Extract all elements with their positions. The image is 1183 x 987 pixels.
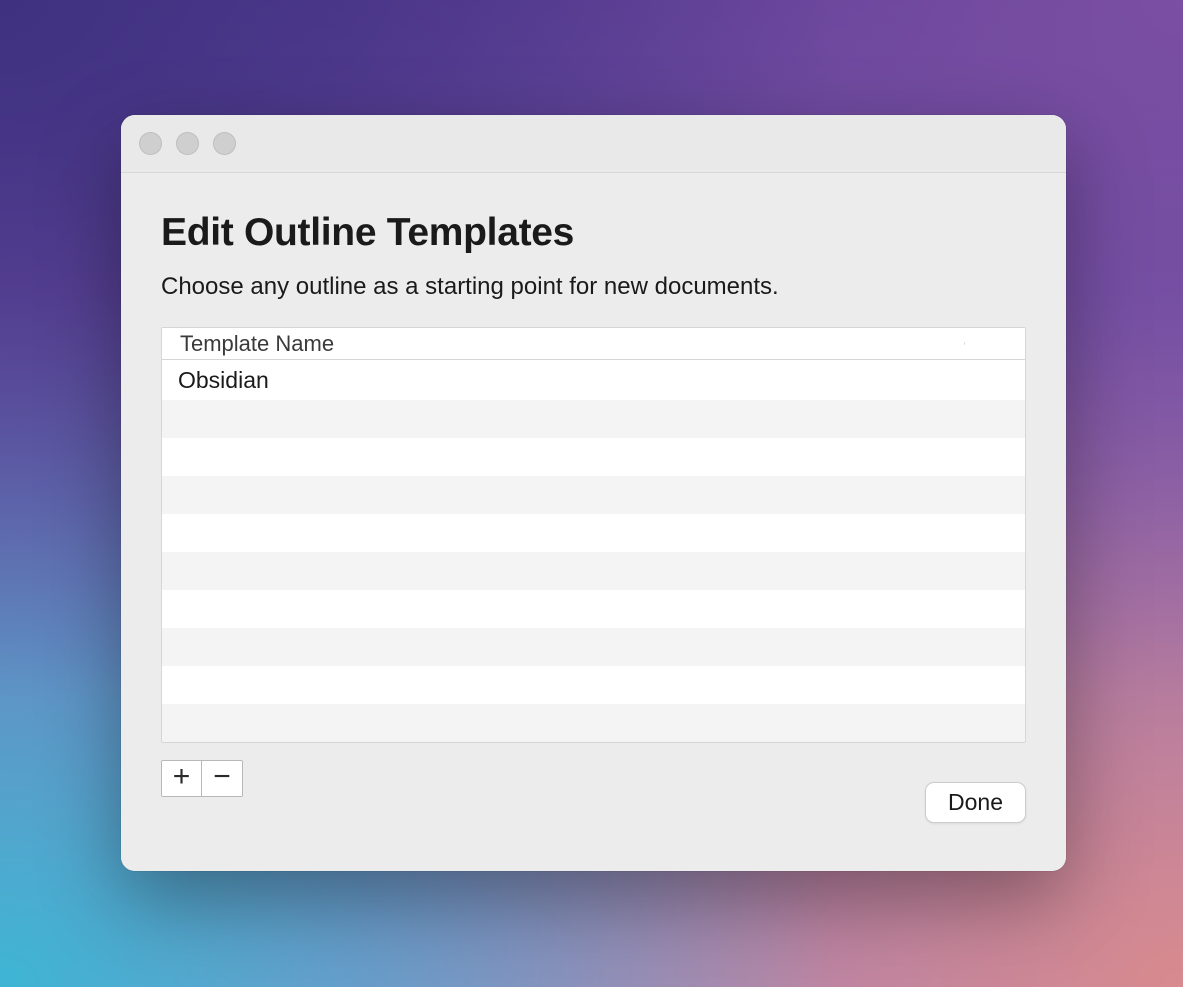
- table-header[interactable]: Template Name: [162, 328, 1025, 360]
- dialog-title: Edit Outline Templates: [161, 211, 1026, 255]
- table-row-empty[interactable]: [162, 590, 1025, 628]
- plus-icon: [173, 767, 191, 791]
- table-row-empty[interactable]: [162, 666, 1025, 704]
- zoom-window-button[interactable]: [213, 132, 236, 155]
- table-row-empty[interactable]: [162, 400, 1025, 438]
- minus-icon: [213, 767, 231, 791]
- table-row-empty[interactable]: [162, 476, 1025, 514]
- add-template-button[interactable]: [162, 761, 202, 796]
- dialog-footer: Done: [161, 760, 1026, 823]
- titlebar: [121, 115, 1066, 173]
- minimize-window-button[interactable]: [176, 132, 199, 155]
- table-body: Obsidian: [162, 360, 1025, 742]
- table-row-empty[interactable]: [162, 704, 1025, 742]
- dialog-window: Edit Outline Templates Choose any outlin…: [121, 115, 1066, 871]
- column-divider: [964, 342, 965, 345]
- table-row-empty[interactable]: [162, 628, 1025, 666]
- dialog-content: Edit Outline Templates Choose any outlin…: [121, 173, 1066, 871]
- template-name-cell: Obsidian: [178, 367, 269, 394]
- dialog-subtitle: Choose any outline as a starting point f…: [161, 273, 1026, 301]
- table-row-empty[interactable]: [162, 514, 1025, 552]
- table-row-empty[interactable]: [162, 438, 1025, 476]
- table-row[interactable]: Obsidian: [162, 360, 1025, 400]
- templates-table: Template Name Obsidian: [161, 327, 1026, 743]
- close-window-button[interactable]: [139, 132, 162, 155]
- done-button[interactable]: Done: [925, 782, 1026, 823]
- add-remove-button-group: [161, 760, 243, 797]
- column-header-template-name: Template Name: [180, 331, 334, 357]
- remove-template-button[interactable]: [202, 761, 242, 796]
- table-row-empty[interactable]: [162, 552, 1025, 590]
